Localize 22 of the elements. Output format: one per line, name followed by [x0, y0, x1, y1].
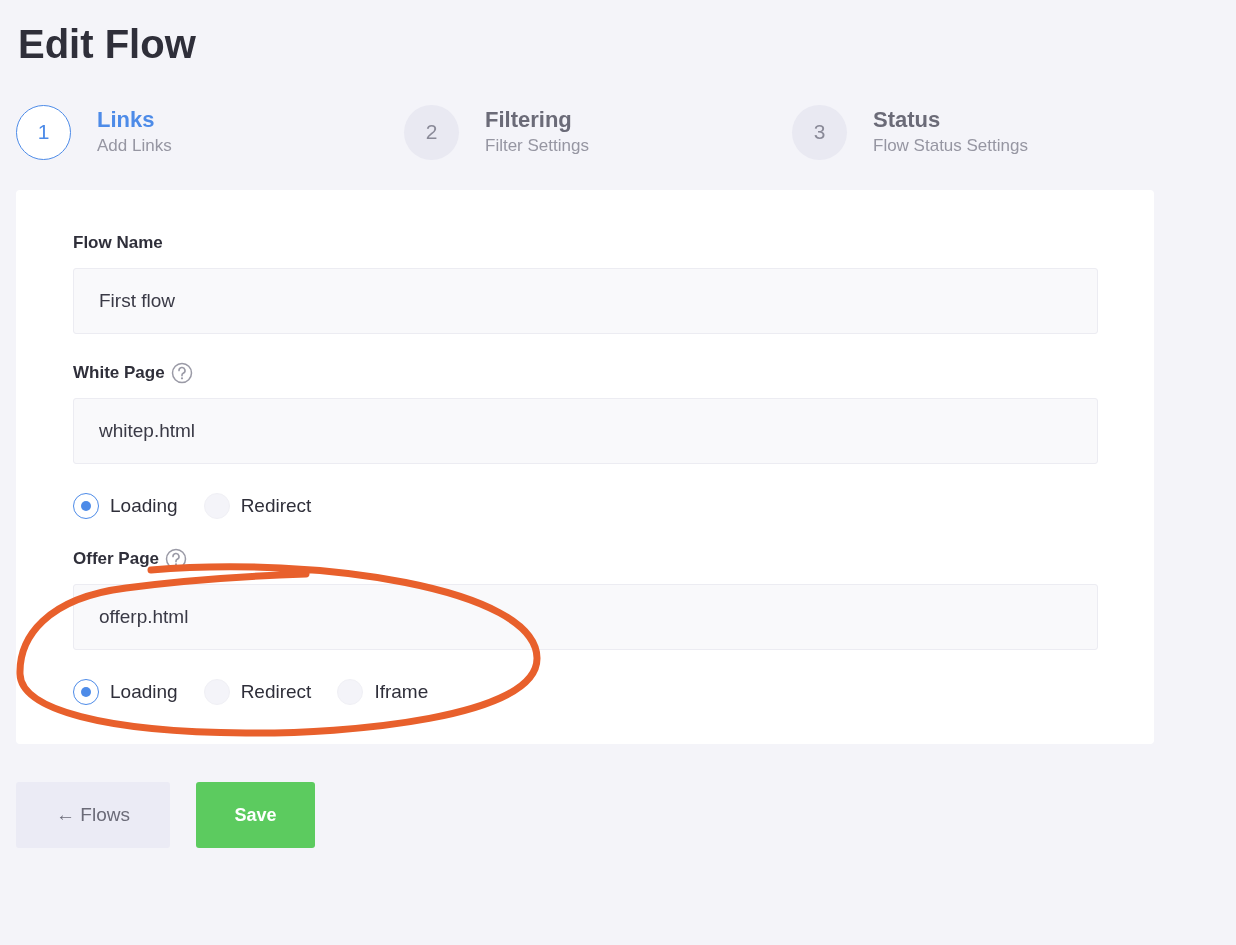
- radio-option[interactable]: Redirect: [203, 491, 312, 521]
- step-title[interactable]: Status: [873, 106, 1028, 134]
- text-input[interactable]: whitep.html: [73, 398, 1098, 464]
- radio-button[interactable]: [73, 679, 99, 705]
- page-title: Edit Flow: [18, 21, 197, 68]
- radio-option[interactable]: Loading: [73, 677, 178, 707]
- step-subtitle: Filter Settings: [485, 135, 589, 157]
- field-label: Offer Page: [73, 548, 159, 570]
- text-input[interactable]: offerp.html: [73, 584, 1098, 650]
- radio-option[interactable]: Redirect: [203, 677, 312, 707]
- back-button[interactable]: ← Flows: [16, 782, 170, 848]
- step-number[interactable]: 1: [16, 104, 71, 160]
- radio-option[interactable]: Loading: [73, 491, 178, 521]
- text-input[interactable]: First flow: [73, 268, 1098, 334]
- step-subtitle: Flow Status Settings: [873, 135, 1028, 157]
- step-title[interactable]: Filtering: [485, 106, 589, 134]
- radio-option[interactable]: Iframe: [337, 677, 429, 707]
- step-subtitle: Add Links: [97, 135, 172, 157]
- radio-button[interactable]: [73, 493, 99, 519]
- field-label: Flow Name: [73, 232, 163, 254]
- help-icon[interactable]: [170, 362, 193, 384]
- field-label: White Page: [73, 362, 165, 384]
